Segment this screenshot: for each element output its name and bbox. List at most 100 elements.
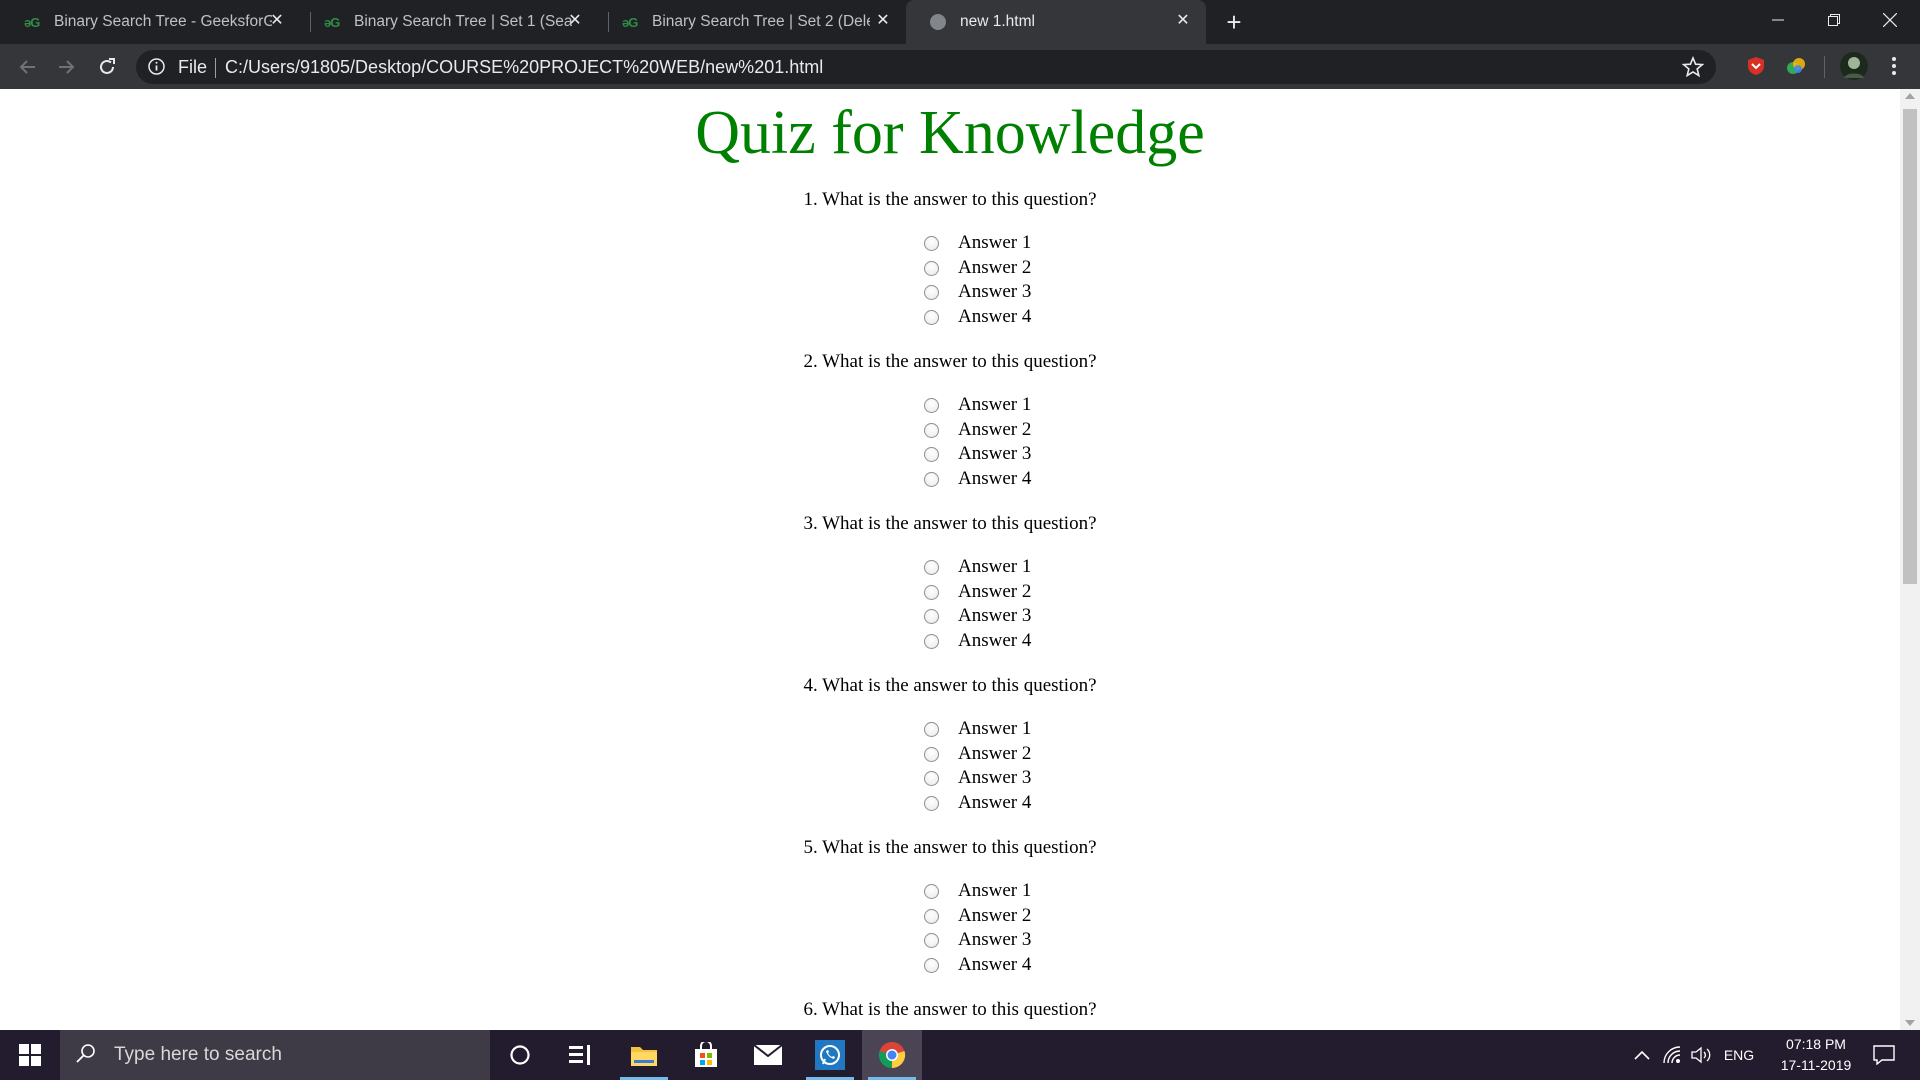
cortana-button[interactable] bbox=[490, 1030, 550, 1080]
taskbar-search-box[interactable]: Type here to search bbox=[60, 1030, 490, 1080]
answer-label: Answer 3 bbox=[958, 281, 1032, 302]
radio-button[interactable] bbox=[924, 932, 939, 948]
folder-icon bbox=[631, 1047, 657, 1066]
close-window-button[interactable] bbox=[1862, 0, 1918, 40]
radio-button[interactable] bbox=[924, 795, 939, 811]
scroll-down-arrow-icon[interactable] bbox=[1905, 1020, 1915, 1026]
answer-option[interactable]: Answer 4 bbox=[924, 306, 1031, 328]
restore-window-button[interactable] bbox=[1806, 0, 1862, 40]
back-button[interactable] bbox=[10, 50, 44, 84]
radio-button[interactable] bbox=[924, 746, 939, 762]
info-icon[interactable] bbox=[148, 58, 165, 80]
radio-button[interactable] bbox=[924, 397, 939, 413]
question-text: 6. What is the answer to this question? bbox=[803, 999, 1097, 1020]
answer-label: Answer 1 bbox=[958, 880, 1032, 901]
radio-button[interactable] bbox=[924, 309, 939, 325]
whatsapp-icon bbox=[815, 1040, 845, 1070]
address-url[interactable]: C:/Users/91805/Desktop/COURSE%20PROJECT%… bbox=[225, 57, 823, 78]
tab-title: new 1.html bbox=[960, 13, 1035, 30]
answer-option[interactable]: Answer 2 bbox=[924, 905, 1031, 927]
system-clock[interactable]: 07:18 PM 17-11-2019 bbox=[1758, 1034, 1874, 1076]
colorful-extension-icon[interactable] bbox=[1784, 54, 1808, 78]
new-tab-button[interactable]: + bbox=[1220, 8, 1248, 36]
radio-button[interactable] bbox=[924, 559, 939, 575]
answer-option[interactable]: Answer 1 bbox=[924, 556, 1031, 578]
scrollbar-thumb[interactable] bbox=[1903, 109, 1917, 584]
answer-option[interactable]: Answer 3 bbox=[924, 605, 1031, 627]
windows-logo-icon bbox=[19, 1044, 41, 1066]
reload-button[interactable] bbox=[90, 50, 124, 84]
action-center-button[interactable] bbox=[1864, 1030, 1904, 1080]
answer-option[interactable]: Answer 4 bbox=[924, 792, 1031, 814]
answer-label: Answer 3 bbox=[958, 767, 1032, 788]
mail-button[interactable] bbox=[738, 1030, 798, 1080]
tab-close-icon[interactable]: ✕ bbox=[874, 12, 892, 30]
scroll-up-arrow-icon[interactable] bbox=[1905, 93, 1915, 99]
answer-option[interactable]: Answer 2 bbox=[924, 419, 1031, 441]
radio-button[interactable] bbox=[924, 584, 939, 600]
answer-option[interactable]: Answer 4 bbox=[924, 954, 1031, 976]
answer-option[interactable]: Answer 3 bbox=[924, 443, 1031, 465]
file-explorer-button[interactable] bbox=[614, 1030, 674, 1080]
radio-button[interactable] bbox=[924, 446, 939, 462]
task-view-button[interactable] bbox=[550, 1030, 610, 1080]
answer-option[interactable]: Answer 4 bbox=[924, 468, 1031, 490]
answer-label: Answer 2 bbox=[958, 905, 1032, 926]
answer-option[interactable]: Answer 3 bbox=[924, 767, 1031, 789]
answer-label: Answer 4 bbox=[958, 306, 1032, 327]
answer-option[interactable]: Answer 1 bbox=[924, 232, 1031, 254]
radio-button[interactable] bbox=[924, 471, 939, 487]
radio-button[interactable] bbox=[924, 422, 939, 438]
chrome-button[interactable] bbox=[862, 1030, 922, 1080]
whatsapp-button[interactable] bbox=[800, 1030, 860, 1080]
page-scrollbar[interactable] bbox=[1900, 89, 1920, 1030]
volume-icon[interactable] bbox=[1688, 1030, 1716, 1080]
answer-option[interactable]: Answer 2 bbox=[924, 743, 1031, 765]
tab-close-icon[interactable]: ✕ bbox=[1174, 12, 1192, 30]
minimize-window-button[interactable] bbox=[1750, 0, 1806, 40]
cortana-circle-icon bbox=[510, 1045, 530, 1065]
radio-button[interactable] bbox=[924, 608, 939, 624]
answer-label: Answer 1 bbox=[958, 556, 1032, 577]
answer-option[interactable]: Answer 2 bbox=[924, 581, 1031, 603]
address-bar[interactable]: File C:/Users/91805/Desktop/COURSE%20PRO… bbox=[136, 50, 1716, 84]
kebab-menu-icon[interactable] bbox=[1882, 54, 1906, 78]
radio-button[interactable] bbox=[924, 770, 939, 786]
globe-icon bbox=[930, 14, 946, 30]
radio-button[interactable] bbox=[924, 957, 939, 973]
bookmark-star-icon[interactable] bbox=[1681, 55, 1705, 83]
radio-button[interactable] bbox=[924, 633, 939, 649]
profile-avatar[interactable] bbox=[1840, 52, 1868, 80]
language-indicator[interactable]: ENG bbox=[1718, 1030, 1760, 1080]
radio-button[interactable] bbox=[924, 235, 939, 251]
answer-option[interactable]: Answer 2 bbox=[924, 257, 1031, 279]
answer-option[interactable]: Answer 3 bbox=[924, 929, 1031, 951]
answer-option[interactable]: Answer 1 bbox=[924, 718, 1031, 740]
start-button[interactable] bbox=[0, 1030, 60, 1080]
radio-button[interactable] bbox=[924, 284, 939, 300]
browser-tab[interactable]: əG Binary Search Tree | Set 1 (Search an… bbox=[300, 0, 598, 44]
tab-close-icon[interactable]: ✕ bbox=[566, 12, 584, 30]
radio-button[interactable] bbox=[924, 883, 939, 899]
microsoft-store-button[interactable] bbox=[676, 1030, 736, 1080]
shield-extension-icon[interactable] bbox=[1744, 54, 1768, 78]
show-hidden-icons-button[interactable] bbox=[1628, 1030, 1656, 1080]
answer-option[interactable]: Answer 3 bbox=[924, 281, 1031, 303]
forward-button[interactable] bbox=[50, 50, 84, 84]
answer-option[interactable]: Answer 1 bbox=[924, 880, 1031, 902]
radio-button[interactable] bbox=[924, 260, 939, 276]
radio-button[interactable] bbox=[924, 908, 939, 924]
answer-option[interactable]: Answer 1 bbox=[924, 394, 1031, 416]
browser-tab-active[interactable]: new 1.html ✕ bbox=[906, 0, 1206, 44]
restore-icon bbox=[1828, 14, 1840, 26]
browser-tab[interactable]: əG Binary Search Tree | Set 2 (Delete) ✕ bbox=[598, 0, 906, 44]
answer-label: Answer 1 bbox=[958, 394, 1032, 415]
answer-option[interactable]: Answer 4 bbox=[924, 630, 1031, 652]
tab-close-icon[interactable]: ✕ bbox=[268, 12, 286, 30]
network-icon[interactable] bbox=[1658, 1030, 1686, 1080]
browser-tab[interactable]: əG Binary Search Tree - GeeksforGeeks ✕ bbox=[0, 0, 300, 44]
arrow-right-icon bbox=[59, 60, 75, 74]
answer-label: Answer 2 bbox=[958, 743, 1032, 764]
reload-icon bbox=[100, 58, 115, 74]
radio-button[interactable] bbox=[924, 721, 939, 737]
